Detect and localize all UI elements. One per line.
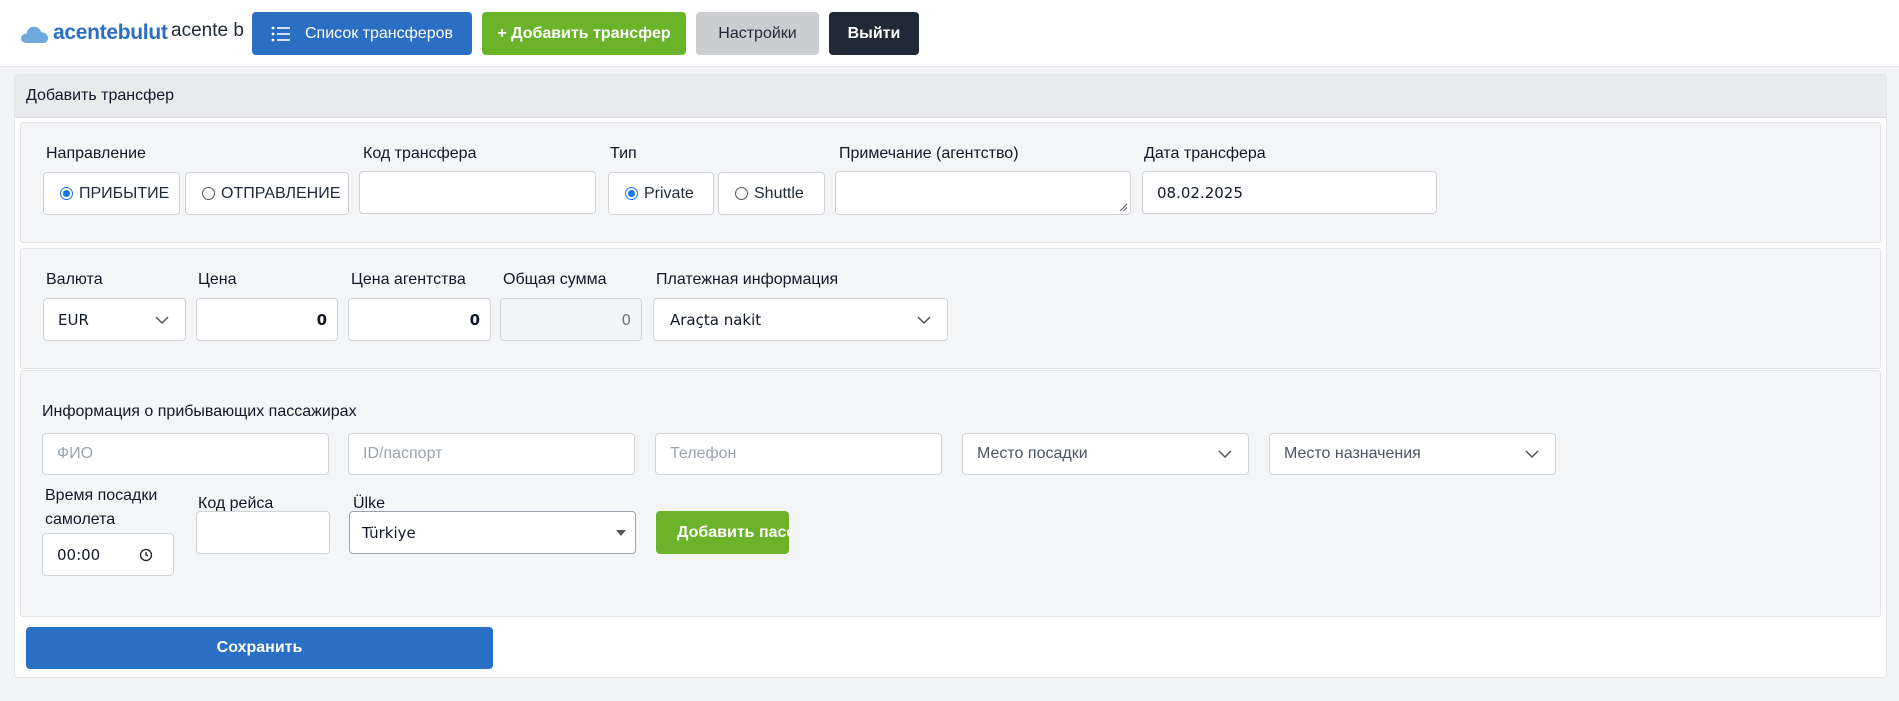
payment-select[interactable]: Araçta nakit (653, 298, 948, 341)
radio-unselected-icon (202, 187, 215, 200)
radio-selected-icon (60, 187, 73, 200)
radio-unselected-icon (735, 187, 748, 200)
agency-name: acente b (171, 20, 244, 41)
phone-input[interactable]: Телефон (655, 433, 942, 475)
transfer-list-label: Список трансферов (305, 24, 453, 42)
total-label: Общая сумма (503, 271, 607, 288)
passport-placeholder: ID/паспорт (363, 445, 443, 462)
total-value: 0 (621, 310, 631, 329)
full-name-placeholder: ФИО (57, 445, 94, 462)
add-transfer-button[interactable]: + Добавить трансфер (482, 12, 686, 55)
brand-logo[interactable]: acentebulut (19, 18, 168, 48)
passenger-info-section: Информация о прибывающих пассажирах ФИО … (20, 370, 1881, 617)
total-input: 0 (500, 298, 642, 341)
direction-label: Направление (46, 145, 146, 162)
type-label: Тип (610, 145, 637, 162)
card-title: Добавить трансфер (26, 87, 175, 104)
direction-departure-label: ОТПРАВЛЕНИЕ (221, 184, 341, 202)
currency-select[interactable]: EUR (43, 298, 186, 341)
direction-arrival-label: ПРИБЫТИЕ (79, 184, 170, 202)
card-header: Добавить трансфер (15, 75, 1886, 118)
direction-departure-option[interactable]: ОТПРАВЛЕНИЕ (185, 172, 349, 215)
pickup-select[interactable]: Место посадки (962, 433, 1249, 475)
logout-button[interactable]: Выйти (829, 12, 919, 55)
transfer-code-label: Код трансфера (363, 145, 477, 162)
agency-price-value: 0 (469, 310, 480, 329)
agency-note-textarea[interactable] (835, 171, 1131, 215)
top-navbar: acentebulut acente b Список трансферов +… (0, 0, 1899, 67)
full-name-input[interactable]: ФИО (42, 433, 329, 475)
type-private-label: Private (644, 184, 694, 202)
settings-button[interactable]: Настройки (696, 12, 819, 55)
currency-value: EUR (58, 310, 89, 329)
price-value: 0 (316, 310, 327, 329)
list-icon (271, 26, 291, 42)
type-shuttle-option[interactable]: Shuttle (718, 172, 825, 215)
country-select[interactable]: Türkiye (349, 511, 636, 554)
passenger-section-title: Информация о прибывающих пассажирах (42, 403, 357, 420)
transfer-list-button[interactable]: Список трансферов (252, 12, 472, 55)
type-private-option[interactable]: Private (608, 172, 714, 215)
passport-input[interactable]: ID/паспорт (348, 433, 635, 475)
chevron-down-icon (155, 315, 169, 324)
agency-price-label: Цена агентства (351, 271, 466, 288)
destination-placeholder: Место назначения (1284, 445, 1421, 462)
phone-placeholder: Телефон (670, 445, 737, 462)
country-value: Türkiye (362, 523, 416, 542)
price-input[interactable]: 0 (196, 298, 338, 341)
clock-icon[interactable] (139, 548, 153, 562)
pricing-section: Валюта EUR Цена 0 Цена агентства 0 Общая… (20, 248, 1881, 369)
resize-handle-icon[interactable] (1119, 203, 1128, 212)
payment-label: Платежная информация (656, 271, 839, 288)
caret-down-icon (616, 529, 626, 536)
save-button[interactable]: Сохранить (26, 627, 493, 669)
payment-value: Araçta nakit (670, 310, 762, 329)
logo-text: acentebulut (53, 21, 168, 44)
boarding-time-value: 00:00 (57, 545, 101, 564)
direction-arrival-option[interactable]: ПРИБЫТИЕ (43, 172, 180, 215)
price-label: Цена (198, 271, 237, 288)
transfer-date-value: 08.02.2025 (1157, 183, 1243, 202)
currency-label: Валюта (46, 271, 103, 288)
chevron-down-icon (1525, 450, 1539, 458)
boarding-time-label: Время посадки самолета (45, 487, 158, 528)
transfer-date-input[interactable]: 08.02.2025 (1142, 171, 1437, 214)
boarding-time-input[interactable]: 00:00 (42, 533, 174, 576)
note-label: Примечание (агентство) (839, 145, 1019, 162)
transfer-code-input[interactable] (359, 171, 596, 214)
cloud-icon (21, 26, 48, 43)
chevron-down-icon (917, 315, 931, 324)
transfer-date-label: Дата трансфера (1144, 145, 1266, 162)
type-shuttle-label: Shuttle (754, 184, 804, 202)
destination-select[interactable]: Место назначения (1269, 433, 1556, 475)
pickup-placeholder: Место посадки (977, 445, 1088, 462)
add-passenger-button[interactable]: Добавить пассажира (656, 511, 789, 554)
flight-code-input[interactable] (196, 511, 330, 554)
add-transfer-card: Добавить трансфер Направление ПРИБЫТИЕ О… (14, 74, 1887, 678)
agency-price-input[interactable]: 0 (348, 298, 491, 341)
radio-selected-icon (625, 187, 638, 200)
transfer-details-section: Направление ПРИБЫТИЕ ОТПРАВЛЕНИЕ Код тра… (20, 122, 1881, 243)
chevron-down-icon (1218, 450, 1232, 458)
